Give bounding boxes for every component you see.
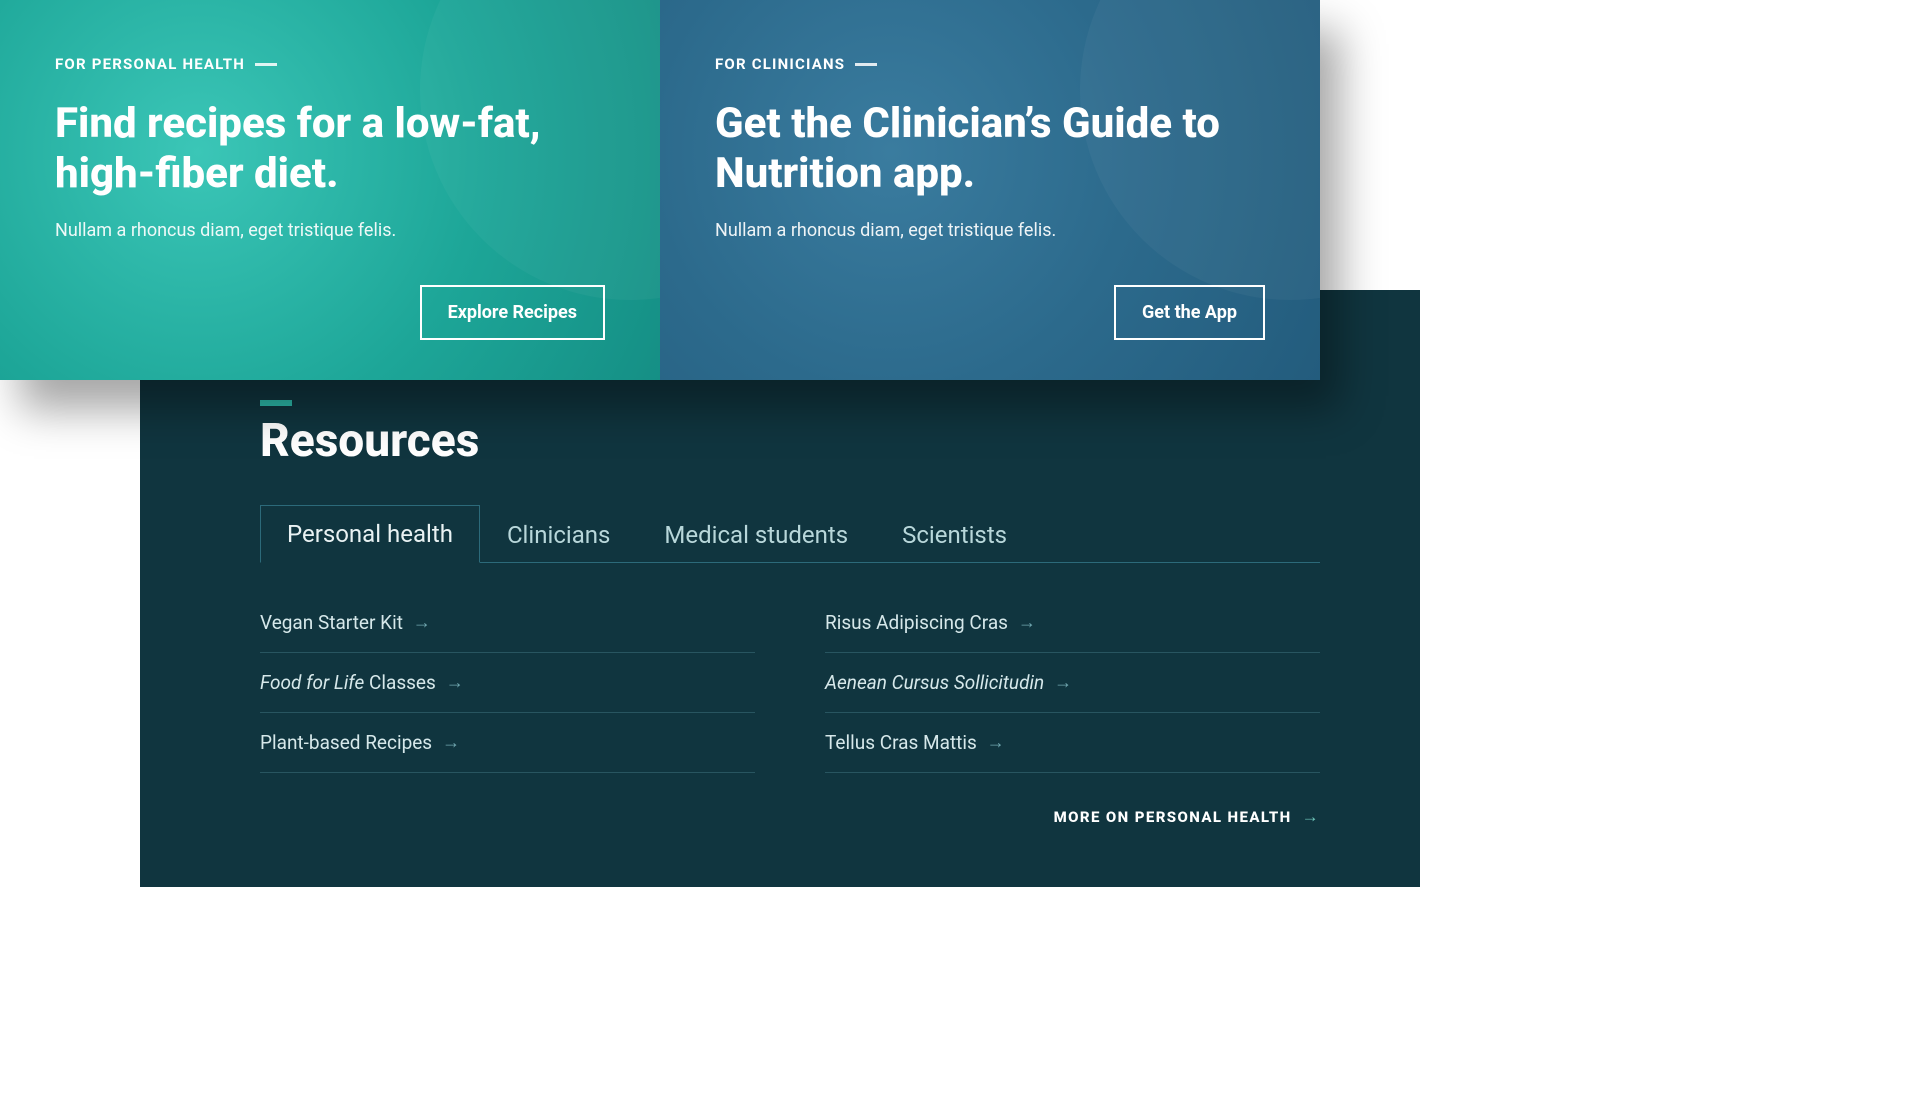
tab-personal-health[interactable]: Personal health: [260, 505, 480, 563]
card-subtitle: Nullam a rhoncus diam, eget tristique fe…: [55, 220, 605, 241]
resource-link-label: Aenean Cursus Sollicitudin: [825, 671, 1044, 694]
resource-link-label: Plant-based Recipes: [260, 731, 432, 754]
arrow-right-icon: →: [987, 732, 1005, 753]
eyebrow-text: FOR PERSONAL HEALTH: [55, 55, 245, 73]
resource-link-label: Tellus Cras Mattis: [825, 731, 977, 754]
resource-link-label: Risus Adipiscing Cras: [825, 611, 1008, 634]
card-eyebrow: FOR CLINICIANS: [715, 55, 1265, 73]
resource-link[interactable]: Aenean Cursus Sollicitudin →: [825, 653, 1320, 713]
card-clinicians: FOR CLINICIANS Get the Clinician’s Guide…: [660, 0, 1320, 380]
resources-heading: Resources: [260, 414, 1320, 468]
arrow-right-icon: →: [446, 672, 464, 693]
dash-icon: [255, 63, 277, 66]
dash-icon: [855, 63, 877, 66]
resource-link[interactable]: Food for Life Classes →: [260, 653, 755, 713]
arrow-right-icon: →: [442, 732, 460, 753]
get-the-app-button[interactable]: Get the App: [1114, 285, 1265, 340]
resource-link[interactable]: Vegan Starter Kit →: [260, 593, 755, 653]
arrow-right-icon: →: [413, 612, 431, 633]
resource-link[interactable]: Tellus Cras Mattis →: [825, 713, 1320, 773]
resources-links: Vegan Starter Kit → Food for Life Classe…: [260, 593, 1320, 773]
resources-tabs: Personal health Clinicians Medical stude…: [260, 504, 1320, 563]
card-title: Get the Clinician’s Guide to Nutrition a…: [715, 99, 1235, 198]
more-personal-health-link[interactable]: MORE ON PERSONAL HEALTH →: [260, 807, 1320, 827]
more-link-label: MORE ON PERSONAL HEALTH: [1054, 808, 1292, 826]
card-personal-health: FOR PERSONAL HEALTH Find recipes for a l…: [0, 0, 660, 380]
tab-clinicians[interactable]: Clinicians: [480, 505, 637, 563]
arrow-right-icon: →: [1018, 612, 1036, 633]
accent-bar: [260, 400, 292, 406]
promo-cards-row: FOR PERSONAL HEALTH Find recipes for a l…: [0, 0, 1320, 380]
arrow-right-icon: →: [1054, 672, 1072, 693]
resource-link-label: Vegan Starter Kit: [260, 611, 403, 634]
tab-medical-students[interactable]: Medical students: [637, 505, 875, 563]
eyebrow-text: FOR CLINICIANS: [715, 55, 845, 73]
resource-link[interactable]: Plant-based Recipes →: [260, 713, 755, 773]
card-eyebrow: FOR PERSONAL HEALTH: [55, 55, 605, 73]
card-title: Find recipes for a low-fat, high-fiber d…: [55, 99, 575, 198]
resource-link-label: Food for Life Classes: [260, 671, 436, 694]
tab-scientists[interactable]: Scientists: [875, 505, 1034, 563]
explore-recipes-button[interactable]: Explore Recipes: [420, 285, 605, 340]
arrow-right-icon: →: [1302, 807, 1320, 827]
resource-link[interactable]: Risus Adipiscing Cras →: [825, 593, 1320, 653]
card-subtitle: Nullam a rhoncus diam, eget tristique fe…: [715, 220, 1265, 241]
